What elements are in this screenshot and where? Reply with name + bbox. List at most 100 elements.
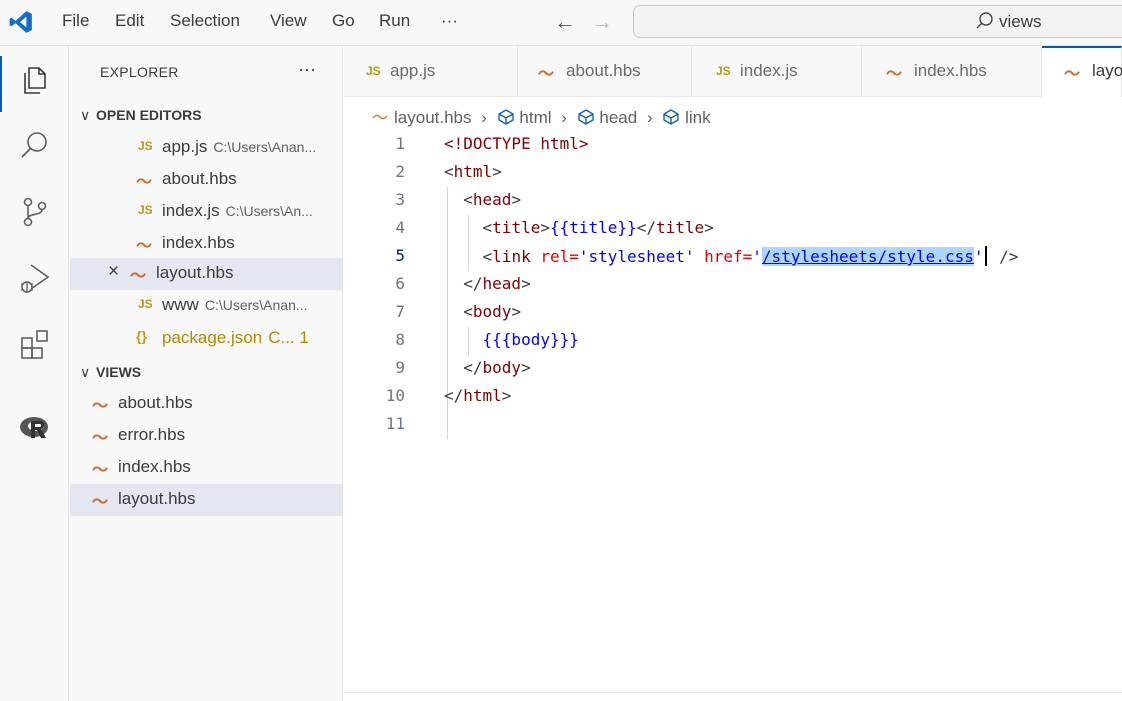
title-bar: File Edit Selection View Go Run ··· ← → … [0, 0, 1122, 46]
line-number: 5 [395, 246, 405, 265]
javascript-file-icon: JS [366, 64, 381, 78]
menu-file[interactable]: File [62, 11, 89, 31]
handlebars-file-icon: 〜 [92, 462, 109, 479]
code-line: 11 [344, 411, 1122, 439]
activity-bar [0, 46, 69, 701]
open-editor-item-active[interactable]: × 〜 layout.hbs [70, 258, 342, 290]
menu-edit[interactable]: Edit [115, 11, 144, 31]
json-file-icon: {} [136, 328, 147, 344]
views-file-item-selected[interactable]: 〜 layout.hbs [70, 484, 342, 516]
handlebars-file-icon: 〜 [92, 398, 109, 415]
open-editor-item[interactable]: JS www C:\Users\Anan... [70, 290, 342, 322]
menu-go[interactable]: Go [332, 11, 355, 31]
open-editor-item[interactable]: JS index.js C:\Users\An... [70, 196, 342, 228]
menu-run[interactable]: Run [379, 11, 410, 31]
search-text: views [999, 12, 1042, 31]
back-arrow-icon[interactable]: ← [554, 9, 576, 35]
html-element-icon [498, 109, 514, 125]
code-line: 7 <body> [344, 299, 1122, 327]
head-element-icon [578, 109, 594, 125]
tab-app-js[interactable]: JS app.js [344, 46, 518, 96]
selected-text: /stylesheets/style.css [761, 247, 974, 266]
line-number: 10 [385, 386, 405, 405]
views-file-item[interactable]: 〜 index.hbs [70, 452, 342, 484]
extensions-icon[interactable] [17, 326, 53, 362]
horizontal-scrollbar[interactable] [344, 692, 1122, 693]
menu-view[interactable]: View [270, 11, 307, 31]
explorer-sidebar: EXPLORER ··· ∨ OPEN EDITORS JS app.js C:\U… [70, 46, 343, 701]
breadcrumb-separator: › [481, 108, 487, 127]
javascript-file-icon: JS [138, 139, 153, 153]
line-number: 1 [395, 134, 405, 153]
line-number: 2 [395, 162, 405, 181]
menu-more[interactable]: ··· [441, 11, 458, 31]
open-editor-item[interactable]: 〜 about.hbs [70, 164, 342, 196]
tab-layout-hbs[interactable]: 〜 layo [1042, 46, 1122, 97]
explorer-more-button[interactable]: ··· [298, 59, 316, 80]
search-icon [976, 12, 993, 29]
forward-arrow-icon[interactable]: → [591, 9, 613, 35]
code-line: 2 <html> [344, 159, 1122, 187]
activity-active-indicator [0, 56, 2, 112]
close-icon[interactable]: × [108, 261, 119, 283]
code-line: 3 <head> [344, 187, 1122, 215]
line-number: 9 [395, 358, 405, 377]
search-icon[interactable] [17, 128, 53, 164]
line-number: 11 [385, 414, 405, 433]
breadcrumb-file[interactable]: layout.hbs [394, 108, 472, 127]
handlebars-file-icon: 〜 [886, 66, 903, 83]
javascript-file-icon: JS [138, 203, 153, 217]
run-debug-icon[interactable] [17, 260, 53, 296]
code-line: 1 <!DOCTYPE html> [344, 131, 1122, 159]
menu-selection[interactable]: Selection [170, 11, 240, 31]
breadcrumb-head[interactable]: head [599, 108, 637, 127]
handlebars-file-icon: 〜 [372, 110, 389, 127]
text-cursor [985, 246, 988, 266]
breadcrumb-separator: › [646, 108, 653, 127]
breadcrumb-separator: › [561, 108, 567, 127]
views-file-item[interactable]: 〜 error.hbs [70, 420, 342, 452]
open-editor-item[interactable]: 〜 index.hbs [70, 228, 342, 260]
views-folder-header[interactable]: ∨ VIEWS [80, 364, 141, 381]
handlebars-file-icon: 〜 [136, 238, 153, 255]
line-number: 6 [395, 274, 405, 293]
explorer-files-icon[interactable] [17, 62, 53, 98]
tab-index-js[interactable]: JS index.js [692, 46, 862, 96]
handlebars-file-icon: 〜 [130, 268, 147, 285]
r-language-icon[interactable] [17, 410, 53, 446]
open-editors-header[interactable]: ∨ OPEN EDITORS [80, 107, 202, 124]
javascript-file-icon: JS [716, 64, 731, 78]
vscode-logo-icon [9, 11, 32, 33]
handlebars-file-icon: 〜 [1064, 66, 1081, 83]
code-line: 10 </html> [344, 383, 1122, 411]
javascript-file-icon: JS [138, 297, 153, 311]
handlebars-file-icon: 〜 [92, 494, 109, 511]
editor-tab-bar: JS app.js 〜 about.hbs JS index.js 〜 inde… [344, 46, 1122, 97]
code-line-current: 5 <link rel='stylesheet' href='/styleshe… [344, 243, 1122, 271]
breadcrumb: 〜 layout.hbs › html › head › link [372, 104, 711, 128]
code-line: 6 </head> [344, 271, 1122, 299]
source-control-icon[interactable] [17, 194, 53, 230]
handlebars-file-icon: 〜 [92, 430, 109, 447]
line-number: 3 [395, 190, 405, 209]
explorer-title: EXPLORER [100, 64, 179, 80]
code-line: 8 {{{body}}} [344, 327, 1122, 355]
views-file-item[interactable]: 〜 about.hbs [70, 388, 342, 420]
breadcrumb-link[interactable]: link [685, 108, 711, 127]
breadcrumb-html[interactable]: html [519, 108, 551, 127]
tab-about-hbs[interactable]: 〜 about.hbs [518, 46, 692, 96]
line-number: 7 [395, 302, 405, 321]
handlebars-file-icon: 〜 [538, 66, 555, 83]
line-number: 4 [395, 218, 405, 237]
command-center-search[interactable]: views [633, 5, 1122, 38]
chevron-down-icon: ∨ [80, 107, 91, 123]
open-editor-item[interactable]: JS app.js C:\Users\Anan... [70, 132, 342, 164]
link-element-icon [663, 109, 680, 125]
code-doctype: <!DOCTYPE html> [444, 134, 589, 153]
open-editor-item[interactable]: {} package.json C... 1 [70, 323, 342, 355]
line-number: 8 [395, 330, 405, 349]
code-line: 4 <title>{{title}}</title> [344, 215, 1122, 243]
tab-index-hbs[interactable]: 〜 index.hbs [862, 46, 1042, 96]
handlebars-file-icon: 〜 [136, 174, 153, 191]
code-line: 9 </body> [344, 355, 1122, 383]
